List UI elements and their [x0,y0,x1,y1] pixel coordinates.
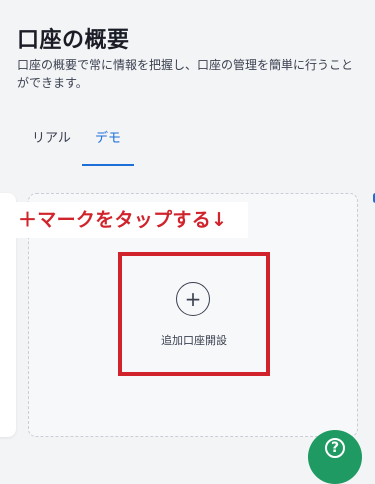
tab-demo-label: デモ [94,131,121,146]
add-account-label: 追加口座開設 [161,334,227,347]
question-icon: ? [325,438,345,458]
help-button[interactable]: ? [308,430,362,484]
account-type-tabs: リアル デモ [0,128,375,166]
page-description: 口座の概要で常に情報を把握し、口座の管理を簡単に行うことができます。 [17,58,354,90]
add-account-button[interactable]: + [176,282,210,316]
tab-demo[interactable]: デモ [82,128,134,166]
page-title: 口座の概要 [17,28,130,53]
plus-icon: + [184,287,202,311]
tab-real[interactable]: リアル [32,128,71,166]
annotation-text: ＋マークをタップする↓ [18,209,228,231]
tab-real-label: リアル [32,131,71,146]
